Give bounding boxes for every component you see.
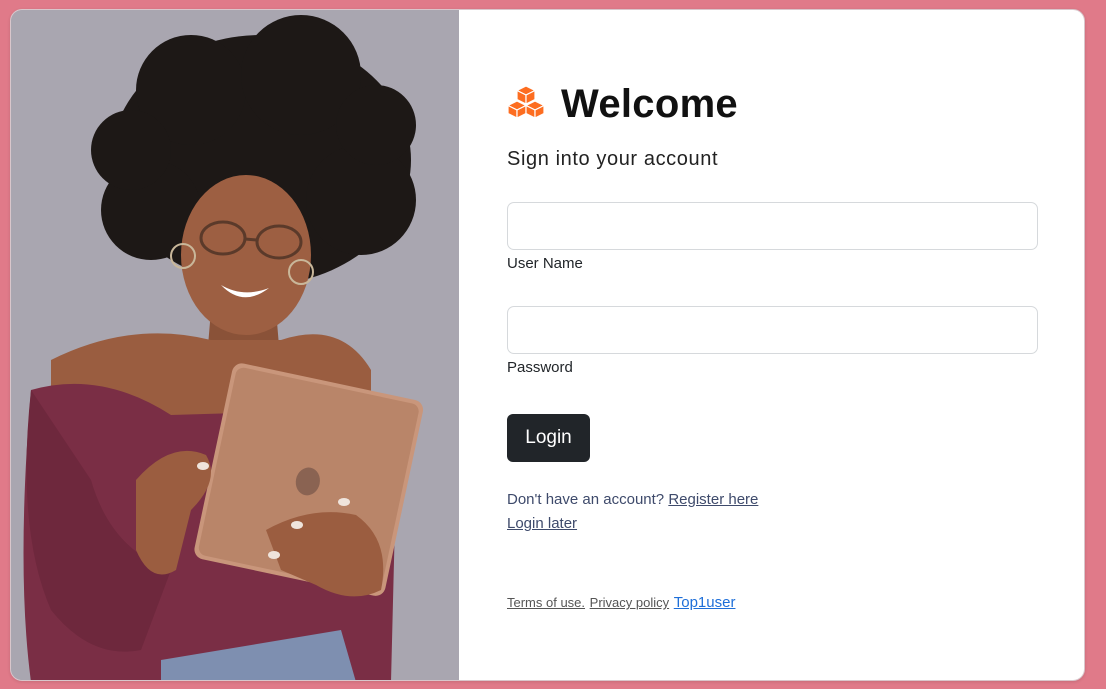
login-form-pane: Welcome Sign into your account User Name…	[459, 10, 1084, 680]
username-input[interactable]	[507, 202, 1038, 250]
register-link[interactable]: Register here	[668, 491, 758, 508]
brand-header: Welcome	[507, 82, 738, 127]
password-label: Password	[507, 359, 573, 376]
footer: Terms of use. Privacy policy Top1user	[507, 594, 736, 611]
woman-with-tablet-photo	[11, 10, 459, 680]
privacy-link[interactable]: Privacy policy	[590, 595, 669, 610]
page-title: Welcome	[561, 82, 738, 126]
username-label: User Name	[507, 255, 583, 272]
register-prompt: Don't have an account?	[507, 491, 665, 508]
account-links: Don't have an account? Register here Log…	[507, 488, 758, 536]
password-input[interactable]	[507, 306, 1038, 354]
subtitle: Sign into your account	[507, 148, 719, 170]
username-field-group: User Name	[507, 202, 1038, 272]
login-card: Welcome Sign into your account User Name…	[10, 9, 1085, 681]
password-field-group: Password	[507, 306, 1038, 376]
boxes-icon	[507, 85, 545, 124]
top1user-link[interactable]: Top1user	[674, 594, 736, 611]
hero-photo	[11, 10, 459, 680]
terms-link[interactable]: Terms of use.	[507, 595, 585, 610]
login-button[interactable]: Login	[507, 414, 590, 462]
login-later-link[interactable]: Login later	[507, 515, 577, 532]
